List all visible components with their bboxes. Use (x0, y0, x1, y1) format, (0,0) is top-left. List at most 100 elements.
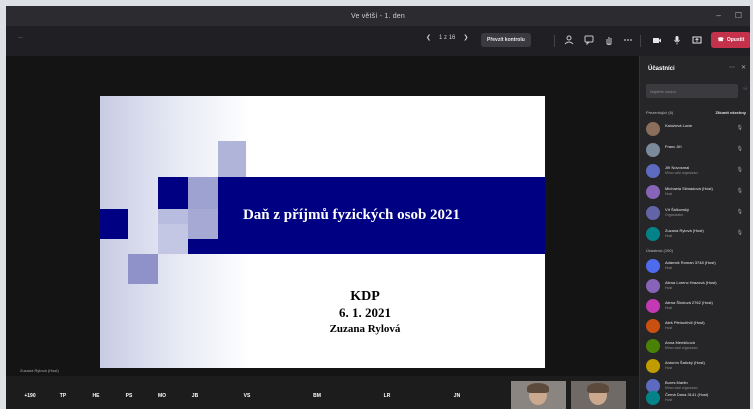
participant-name: Antonín Šatický (Host) (665, 360, 705, 365)
slide-title: Daň z příjmů fyzických osob 2021 (242, 207, 461, 223)
people-icon[interactable] (564, 35, 574, 47)
participant-avatar[interactable]: VS (239, 388, 255, 404)
participant-avatar[interactable]: BM (309, 388, 325, 404)
avatar (646, 227, 660, 241)
avatar-initials: HE (92, 393, 100, 399)
window-controls: – ☐ (716, 11, 742, 20)
participant-name: Alena Lorenc Hrazová (Host) (665, 280, 717, 285)
toolbar-divider (554, 35, 555, 47)
panel-title: Účastníci (648, 66, 675, 72)
participant-row[interactable]: Zuzana Rylová (Host) Host 🎙︎ (646, 225, 749, 245)
video-hair (527, 383, 549, 393)
prev-slide-icon[interactable]: ❮ (426, 34, 431, 41)
close-icon[interactable]: ✕ (741, 64, 746, 71)
avatar-initials: JN (453, 393, 461, 399)
participant-row[interactable]: Vít Šálkovský Organizátor 🎙︎ (646, 204, 749, 224)
avatar (646, 206, 660, 220)
more-icon[interactable]: ⋯ (729, 64, 735, 71)
participant-row[interactable]: Kalužová Lucie 🎙︎ (646, 120, 749, 140)
presentation-slide: Daň z příjmů fyzických osob 2021 KDP 6. … (100, 96, 545, 368)
participant-name: Aleš Pfeinchhöl (Host) (665, 320, 705, 325)
overflow-avatar[interactable]: +190 (22, 388, 38, 404)
participant-row[interactable]: Antonín Šatický (Host) Host (646, 357, 749, 377)
participant-name: Zuzana Rylová (Host) (665, 228, 704, 233)
raise-hand-icon[interactable] (604, 35, 614, 47)
participant-name: Adámek Roman 3748 (Host) (665, 260, 716, 265)
participant-name: Franc Jiří (665, 144, 682, 149)
participant-row[interactable]: Aleš Pfeinchhöl (Host) Host (646, 317, 749, 337)
participant-row[interactable]: Anna Menšíková Mimo vaši organizaci (646, 337, 749, 357)
participant-row[interactable]: Alena Šindová 2762 (Host) Host (646, 297, 749, 317)
slide-info: KDP 6. 1. 2021 Zuzana Rylová (280, 289, 450, 337)
participant-role: Host (665, 286, 673, 290)
toolbar-divider (640, 35, 641, 47)
participant-row[interactable]: Franc Jiří 🎙︎ (646, 141, 749, 161)
participant-video-tile[interactable] (571, 381, 626, 409)
avatar-initials: TP (59, 393, 67, 399)
leave-button-label: Opustit (726, 37, 745, 43)
avatar (646, 143, 660, 157)
slide-decor-square (128, 254, 158, 284)
participants-panel: Účastníci ⋯ ✕ Najděte osobu ⚇ Prezentují… (639, 56, 750, 409)
avatar-initials: VS (243, 393, 251, 399)
mic-icon: 🎙︎ (736, 125, 743, 131)
participant-row[interactable]: Alena Lorenc Hrazová (Host) Host (646, 277, 749, 297)
share-screen-icon[interactable] (692, 35, 702, 47)
video-hair (587, 383, 609, 393)
take-control-button[interactable]: Převzít kontrolu (481, 33, 531, 47)
participant-avatar[interactable]: PS (121, 388, 137, 404)
participant-avatar[interactable]: MO (154, 388, 170, 404)
minimize-icon[interactable]: – (716, 11, 720, 20)
participant-video-tile[interactable] (511, 381, 566, 409)
avatar (646, 391, 660, 405)
slide-subtitle: KDP (350, 289, 380, 304)
mute-all-button[interactable]: Ztlumit všechny (716, 110, 746, 115)
participant-avatar[interactable]: TP (55, 388, 71, 404)
participant-row[interactable]: Michaela Slimadová (Host) Host 🎙︎ (646, 183, 749, 203)
participant-name: Michaela Slimadová (Host) (665, 186, 713, 191)
camera-icon[interactable] (652, 35, 662, 47)
mic-icon: 🎙︎ (736, 230, 743, 236)
participant-name: Jiří Novosmal (665, 165, 690, 170)
participant-row[interactable]: Čemá Dana 3141 (Host) Host (646, 389, 749, 409)
participant-avatar[interactable]: LR (379, 388, 395, 404)
participant-avatar[interactable]: JN (449, 388, 465, 404)
avatar-initials: JB (191, 393, 199, 399)
avatar-initials: BM (313, 393, 321, 399)
avatar-initials: LR (383, 393, 391, 399)
avatar (646, 279, 660, 293)
participant-row[interactable]: Jiří Novosmal Mimo vaši organizaci 🎙︎ (646, 162, 749, 182)
phone-icon: ☎ (717, 37, 724, 43)
mic-icon[interactable] (672, 35, 682, 47)
presenter-label: Zuzana Rylová (Host) (20, 368, 59, 373)
avatar (646, 299, 660, 313)
maximize-icon[interactable]: ☐ (735, 11, 742, 20)
leave-button[interactable]: ☎ Opustit (711, 32, 750, 48)
avatar (646, 359, 660, 373)
slide-author: Zuzana Rylová (329, 323, 401, 335)
add-person-icon[interactable]: ⚇ (743, 86, 747, 92)
slide-counter: 1 z 16 (439, 34, 456, 41)
avatar-initials: PS (125, 393, 133, 399)
presenters-section-label[interactable]: Prezentující (6) (646, 110, 673, 115)
participant-name: Kalužová Lucie (665, 123, 693, 128)
avatar-initials: +190 (24, 393, 36, 399)
next-slide-icon[interactable]: ❯ (463, 34, 468, 41)
mic-icon: 🎙︎ (736, 188, 743, 194)
participant-name: Bures Martin (665, 380, 688, 385)
participant-search-input[interactable]: Najděte osobu (646, 84, 738, 98)
participant-role: Host (665, 192, 673, 196)
participant-avatar[interactable]: HE (88, 388, 104, 404)
chat-icon[interactable] (584, 35, 594, 47)
attendees-section-label[interactable]: Účastníci (190) (646, 248, 673, 253)
participant-role: Host (665, 266, 673, 270)
teams-window: Ve větší - 1. den – ☐ — ❮ 1 z 16 ❯ Převz… (6, 6, 750, 409)
more-icon[interactable] (623, 35, 633, 47)
participant-role: Mimo vaši organizaci (665, 171, 698, 175)
participant-row[interactable]: Adámek Roman 3748 (Host) Host (646, 257, 749, 277)
participant-avatar[interactable]: JB (187, 388, 203, 404)
slide-decor-square (218, 141, 246, 177)
participant-role: Host (665, 234, 673, 238)
mic-icon: 🎙︎ (736, 146, 743, 152)
avatar (646, 339, 660, 353)
